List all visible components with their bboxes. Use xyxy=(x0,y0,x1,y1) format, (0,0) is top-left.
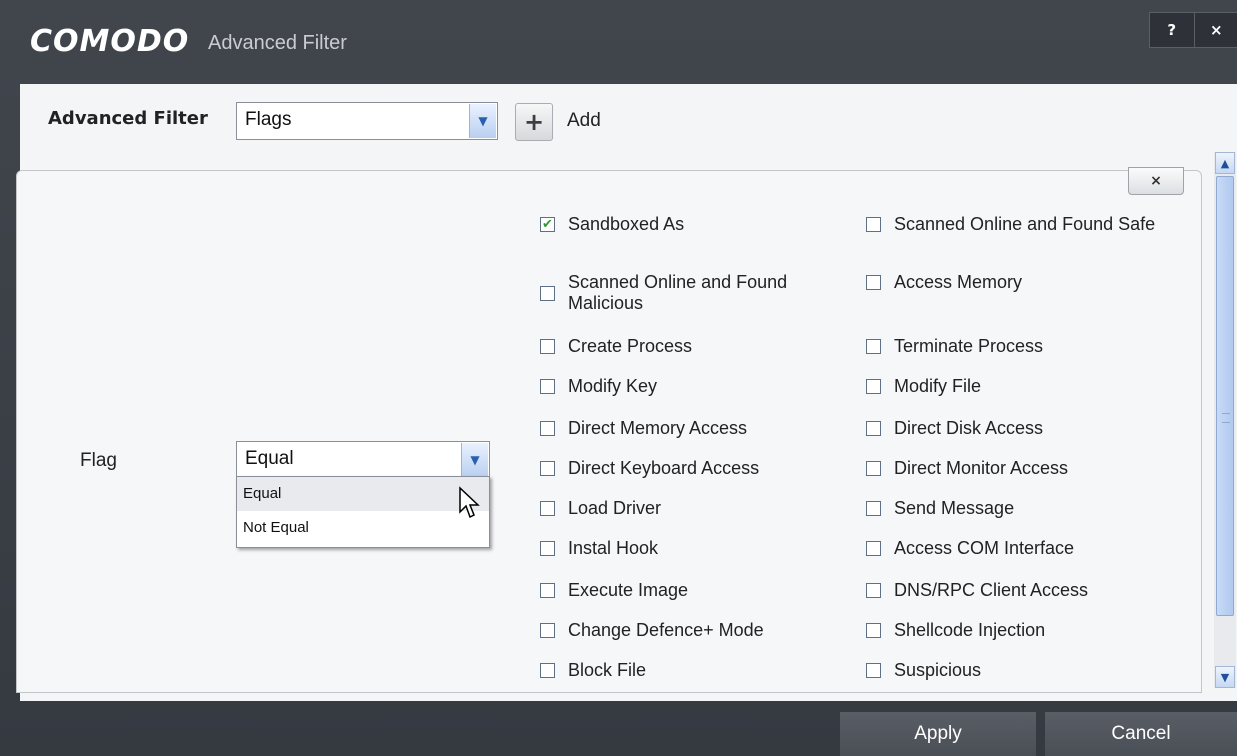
flag-option[interactable]: Scanned Online and Found Safe xyxy=(866,214,1166,235)
remove-filter-button[interactable]: × xyxy=(1128,167,1184,195)
flag-option-label: Load Driver xyxy=(568,498,662,518)
chevron-down-icon[interactable]: ▼ xyxy=(469,104,496,138)
flag-option[interactable]: Block File xyxy=(540,660,840,681)
flag-option-label: DNS/RPC Client Access xyxy=(894,580,1089,600)
checkbox[interactable] xyxy=(866,663,881,678)
window-controls: ? × xyxy=(1149,12,1237,48)
flag-option-label: Modify File xyxy=(894,376,982,396)
flag-option-label: Direct Disk Access xyxy=(894,418,1044,438)
checkbox[interactable] xyxy=(866,421,881,436)
checkbox[interactable] xyxy=(540,339,555,354)
checkbox[interactable] xyxy=(540,541,555,556)
window-title: Advanced Filter xyxy=(208,32,347,54)
advanced-filter-window: COMODO Advanced Filter ? × Advanced Filt… xyxy=(0,0,1237,756)
checkbox[interactable] xyxy=(540,583,555,598)
flag-option-label: Direct Keyboard Access xyxy=(568,458,760,478)
flag-option[interactable]: Modify Key xyxy=(540,376,840,397)
flag-option-label: Terminate Process xyxy=(894,336,1044,356)
close-button[interactable]: × xyxy=(1193,13,1237,47)
flag-option[interactable]: Execute Image xyxy=(540,580,840,601)
operator-select[interactable]: Equal ▼ xyxy=(236,441,490,479)
checkbox[interactable] xyxy=(540,421,555,436)
flag-option-label: Send Message xyxy=(894,498,1015,518)
flag-option[interactable]: Access COM Interface xyxy=(866,538,1166,559)
flag-option-label: Execute Image xyxy=(568,580,689,600)
advanced-filter-label: Advanced Filter xyxy=(48,108,208,129)
checkbox[interactable] xyxy=(866,583,881,598)
checkbox[interactable] xyxy=(866,501,881,516)
checkbox[interactable] xyxy=(540,379,555,394)
flag-option-label: Suspicious xyxy=(894,660,982,680)
flag-option-label: Shellcode Injection xyxy=(894,620,1046,640)
flag-option[interactable]: Instal Hook xyxy=(540,538,840,559)
filter-type-value: Flags xyxy=(245,109,292,130)
comodo-logo: COMODO xyxy=(30,24,190,59)
flag-option[interactable]: Change Defence+ Mode xyxy=(540,620,840,641)
operator-option-equal[interactable]: Equal xyxy=(237,477,489,511)
flag-option-label: Access Memory xyxy=(894,272,1023,292)
flag-option-label: Scanned Online and Found Malicious xyxy=(568,272,788,313)
checkbox[interactable] xyxy=(540,461,555,476)
flag-option-label: Modify Key xyxy=(568,376,658,396)
flag-option-label: Direct Monitor Access xyxy=(894,458,1069,478)
operator-option-not-equal[interactable]: Not Equal xyxy=(237,511,489,545)
flag-option[interactable]: Modify File xyxy=(866,376,1166,397)
plus-icon: + xyxy=(523,108,545,136)
checkbox[interactable] xyxy=(540,285,555,301)
scroll-down-icon[interactable]: ▼ xyxy=(1215,666,1235,688)
checkbox[interactable] xyxy=(866,461,881,476)
checkbox[interactable] xyxy=(866,541,881,556)
flag-option[interactable]: Direct Monitor Access xyxy=(866,458,1166,479)
flag-option[interactable]: Create Process xyxy=(540,336,840,357)
checkbox[interactable] xyxy=(866,217,881,232)
operator-dropdown-list: Equal Not Equal xyxy=(236,476,490,548)
flag-label: Flag xyxy=(80,450,117,471)
flag-option-label: Sandboxed As xyxy=(568,214,685,234)
flag-option[interactable]: Access Memory xyxy=(866,272,1166,293)
apply-button[interactable]: Apply xyxy=(840,712,1036,756)
flag-option-label: Change Defence+ Mode xyxy=(568,620,764,640)
flag-option[interactable]: Load Driver xyxy=(540,498,840,519)
flag-option[interactable]: Scanned Online and Found Malicious xyxy=(540,272,840,314)
title-bar: COMODO Advanced Filter ? × xyxy=(0,0,1237,72)
checkbox[interactable] xyxy=(540,623,555,638)
filter-type-select[interactable]: Flags ▼ xyxy=(236,102,498,140)
flag-option[interactable]: Terminate Process xyxy=(866,336,1166,357)
checkbox[interactable] xyxy=(866,623,881,638)
flag-option-label: Direct Memory Access xyxy=(568,418,748,438)
mouse-cursor-icon xyxy=(459,486,480,519)
flag-option[interactable]: Shellcode Injection xyxy=(866,620,1166,641)
flag-option-label: Access COM Interface xyxy=(894,538,1075,558)
checkbox[interactable] xyxy=(540,501,555,516)
flag-option[interactable]: DNS/RPC Client Access xyxy=(866,580,1166,601)
checkbox-checked[interactable]: ✔ xyxy=(540,217,555,232)
flag-option-label: Create Process xyxy=(568,336,693,356)
checkbox[interactable] xyxy=(866,379,881,394)
scroll-up-icon[interactable]: ▲ xyxy=(1215,152,1235,174)
flag-option-label: Instal Hook xyxy=(568,538,659,558)
add-button[interactable]: + xyxy=(515,103,553,141)
operator-value: Equal xyxy=(245,448,294,469)
flag-option[interactable]: Direct Keyboard Access xyxy=(540,458,840,479)
flag-option[interactable]: Send Message xyxy=(866,498,1166,519)
checkbox[interactable] xyxy=(866,339,881,354)
flag-option[interactable]: Direct Memory Access xyxy=(540,418,840,439)
flag-option-label: Block File xyxy=(568,660,647,680)
cancel-button[interactable]: Cancel xyxy=(1045,712,1237,756)
flag-option[interactable]: ✔ Sandboxed As xyxy=(540,214,840,235)
vertical-scrollbar[interactable]: ▲ ▼ xyxy=(1214,152,1236,688)
scroll-thumb[interactable] xyxy=(1216,176,1234,616)
flag-option[interactable]: Direct Disk Access xyxy=(866,418,1166,439)
add-label[interactable]: Add xyxy=(567,110,601,132)
grip-icon xyxy=(1222,413,1230,423)
flag-option[interactable]: Suspicious xyxy=(866,660,1166,681)
help-button[interactable]: ? xyxy=(1150,13,1194,47)
chevron-down-icon[interactable]: ▼ xyxy=(461,443,488,477)
flag-option-label: Scanned Online and Found Safe xyxy=(894,214,1156,234)
checkbox[interactable] xyxy=(540,663,555,678)
checkbox[interactable] xyxy=(866,275,881,290)
